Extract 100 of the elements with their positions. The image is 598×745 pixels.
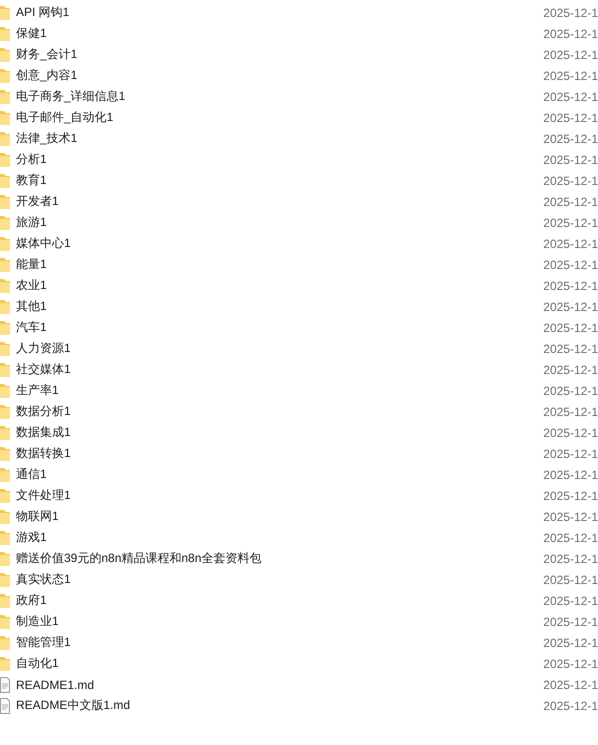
modified-date: 2025-12-1 bbox=[543, 216, 598, 230]
folder-icon bbox=[0, 404, 10, 420]
folder-icon bbox=[0, 88, 10, 104]
folder-name[interactable]: 数据分析1 bbox=[16, 403, 544, 420]
folder-icon bbox=[0, 550, 10, 566]
folder-icon bbox=[0, 214, 10, 230]
modified-date: 2025-12-1 bbox=[543, 174, 598, 188]
folder-name[interactable]: 数据转换1 bbox=[16, 445, 544, 462]
folder-name[interactable]: 文件处理1 bbox=[16, 487, 544, 504]
folder-name[interactable]: 自动化1 bbox=[16, 655, 544, 672]
modified-date: 2025-12-1 bbox=[543, 636, 598, 650]
folder-icon bbox=[0, 4, 10, 20]
folder-name[interactable]: 其他1 bbox=[16, 298, 544, 315]
folder-icon bbox=[0, 194, 10, 210]
folder-name[interactable]: 教育1 bbox=[16, 172, 544, 189]
folder-icon bbox=[0, 424, 10, 440]
modified-date: 2025-12-1 bbox=[543, 48, 598, 62]
modified-date: 2025-12-1 bbox=[543, 236, 598, 250]
folder-icon bbox=[0, 68, 10, 84]
folder-icon bbox=[0, 152, 10, 168]
folder-name[interactable]: 汽车1 bbox=[16, 319, 544, 336]
folder-name[interactable]: 制造业1 bbox=[16, 613, 544, 630]
modified-date: 2025-12-1 bbox=[543, 110, 598, 124]
folder-icon bbox=[0, 172, 10, 188]
modified-date: 2025-12-1 bbox=[543, 488, 598, 502]
folder-name[interactable]: 创意_内容1 bbox=[16, 67, 544, 84]
modified-date: 2025-12-1 bbox=[543, 278, 598, 292]
folder-icon bbox=[0, 614, 10, 630]
modified-date: 2025-12-1 bbox=[543, 152, 598, 166]
document-icon bbox=[0, 698, 10, 714]
modified-date: 2025-12-1 bbox=[543, 404, 598, 418]
file-name[interactable]: README1.md bbox=[16, 678, 544, 692]
modified-date: 2025-12-1 bbox=[543, 530, 598, 544]
modified-date: 2025-12-1 bbox=[543, 384, 598, 398]
folder-name[interactable]: 通信1 bbox=[16, 466, 544, 483]
folder-icon bbox=[0, 256, 10, 272]
modified-date: 2025-12-1 bbox=[543, 300, 598, 314]
folder-name[interactable]: 物联网1 bbox=[16, 508, 544, 525]
modified-date: 2025-12-1 bbox=[543, 362, 598, 376]
folder-name[interactable]: 真实状态1 bbox=[16, 571, 544, 588]
folder-name[interactable]: 人力资源1 bbox=[16, 340, 544, 357]
folder-name[interactable]: 电子商务_详细信息1 bbox=[16, 88, 544, 105]
modified-date: 2025-12-1 bbox=[543, 342, 598, 356]
modified-date: 2025-12-1 bbox=[543, 572, 598, 586]
modified-date: 2025-12-1 bbox=[543, 426, 598, 440]
modified-date: 2025-12-1 bbox=[543, 468, 598, 482]
folder-icon bbox=[0, 592, 10, 608]
folder-icon bbox=[0, 362, 10, 378]
folder-name[interactable]: 开发者1 bbox=[16, 193, 544, 210]
modified-date: 2025-12-1 bbox=[543, 26, 598, 40]
folder-name[interactable]: 智能管理1 bbox=[16, 634, 544, 651]
folder-name[interactable]: API 网钩1 bbox=[16, 4, 544, 21]
modified-date: 2025-12-1 bbox=[543, 320, 598, 334]
folder-name[interactable]: 赠送价值39元的n8n精品课程和n8n全套资料包 bbox=[16, 550, 544, 567]
folder-icon bbox=[0, 26, 10, 42]
folder-icon bbox=[0, 488, 10, 504]
folder-icon bbox=[0, 634, 10, 650]
folder-name[interactable]: 法律_技术1 bbox=[16, 130, 544, 147]
folder-icon bbox=[0, 130, 10, 146]
folder-name[interactable]: 旅游1 bbox=[16, 214, 544, 231]
file-name[interactable]: README中文版1.md bbox=[16, 697, 544, 714]
modified-date: 2025-12-1 bbox=[543, 68, 598, 82]
folder-icon bbox=[0, 236, 10, 252]
modified-date: 2025-12-1 bbox=[543, 614, 598, 628]
modified-date: 2025-12-1 bbox=[543, 594, 598, 608]
folder-icon bbox=[0, 340, 10, 356]
modified-date: 2025-12-1 bbox=[543, 552, 598, 566]
folder-name[interactable]: 数据集成1 bbox=[16, 424, 544, 441]
folder-name[interactable]: 游戏1 bbox=[16, 529, 544, 546]
modified-date: 2025-12-1 bbox=[543, 194, 598, 208]
folder-name[interactable]: 财务_会计1 bbox=[16, 46, 544, 63]
folder-name[interactable]: 保健1 bbox=[16, 25, 544, 42]
folder-icon bbox=[0, 298, 10, 314]
document-icon bbox=[0, 676, 10, 692]
folder-name[interactable]: 电子邮件_自动化1 bbox=[16, 109, 544, 126]
folder-name[interactable]: 生产率1 bbox=[16, 382, 544, 399]
modified-date: 2025-12-1 bbox=[543, 258, 598, 272]
folder-name[interactable]: 社交媒体1 bbox=[16, 361, 544, 378]
modified-date: 2025-12-1 bbox=[543, 6, 598, 20]
folder-icon bbox=[0, 466, 10, 482]
folder-name[interactable]: 媒体中心1 bbox=[16, 235, 544, 252]
modified-date: 2025-12-1 bbox=[543, 90, 598, 104]
folder-icon bbox=[0, 46, 10, 62]
folder-name[interactable]: 农业1 bbox=[16, 277, 544, 294]
folder-icon bbox=[0, 110, 10, 126]
modified-date: 2025-12-1 bbox=[543, 446, 598, 460]
folder-icon bbox=[0, 446, 10, 462]
folder-name[interactable]: 能量1 bbox=[16, 256, 544, 273]
modified-date: 2025-12-1 bbox=[543, 656, 598, 670]
folder-icon bbox=[0, 320, 10, 336]
modified-date: 2025-12-1 bbox=[543, 132, 598, 146]
modified-date: 2025-12-1 bbox=[543, 510, 598, 524]
folder-icon bbox=[0, 530, 10, 546]
folder-icon bbox=[0, 278, 10, 294]
folder-name[interactable]: 政府1 bbox=[16, 592, 544, 609]
folder-name[interactable]: 分析1 bbox=[16, 151, 544, 168]
folder-icon bbox=[0, 572, 10, 588]
modified-date: 2025-12-1 bbox=[543, 698, 598, 712]
folder-icon bbox=[0, 382, 10, 398]
modified-date: 2025-12-1 bbox=[543, 678, 598, 692]
